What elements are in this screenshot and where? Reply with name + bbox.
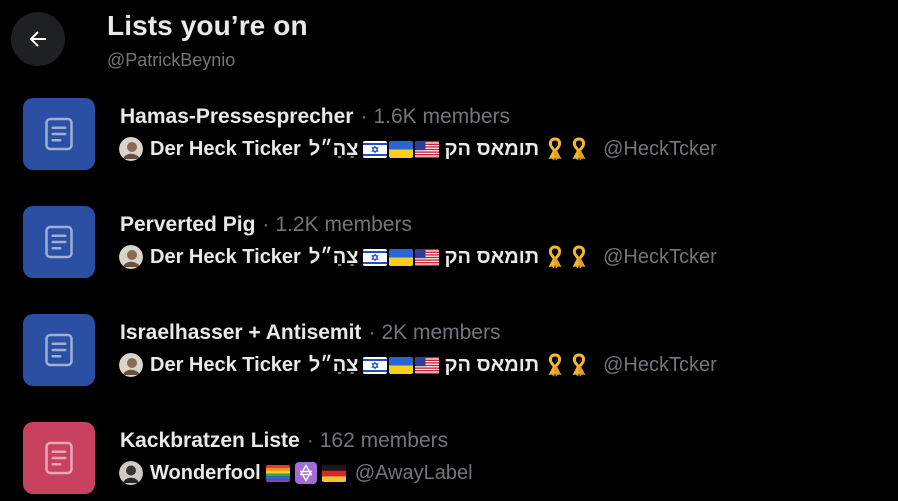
list-item[interactable]: Kackbratzen Liste · 162 members Wonderfool… [0, 422, 898, 501]
ukraine-flag-icon [389, 249, 413, 266]
ukraine-flag-icon [389, 357, 413, 374]
separator-dot: · [306, 429, 314, 452]
owner-avatar[interactable] [119, 461, 143, 485]
yellow-ribbon-icon [546, 353, 564, 377]
star-of-david-icon [294, 462, 317, 484]
owner-avatar[interactable] [119, 245, 143, 269]
list-avatar [23, 98, 95, 170]
owner-name-hebrew-2: תומאס הק [444, 245, 540, 268]
owner-handle: @HeckTcker [603, 137, 717, 160]
list-title-line: Perverted Pig · 1.2K members [120, 213, 412, 237]
ukraine-flag-icon [389, 141, 413, 158]
yellow-ribbon-icon [546, 137, 564, 161]
list-item[interactable]: Israelhasser + Antisemit · 2K members Der … [0, 314, 898, 410]
member-count: 1.6K members [373, 105, 511, 128]
list-avatar [23, 206, 95, 278]
page-title: Lists you’re on [107, 10, 308, 41]
yellow-ribbon-icon [546, 245, 564, 269]
yellow-ribbon-icon [570, 245, 588, 269]
lists-page: Lists you’re on @PatrickBeynio Hamas-Pre… [0, 0, 898, 501]
owner-name-hebrew: צַהַ״ל [308, 245, 359, 268]
israel-flag-icon [363, 357, 387, 374]
list-avatar [23, 314, 95, 386]
owner-handle: @HeckTcker [603, 353, 717, 376]
member-count: 1.2K members [275, 213, 412, 236]
owner-handle: @AwayLabel [354, 461, 473, 484]
arrow-left-icon [29, 31, 46, 47]
owner-name-hebrew-2: תומאס הק [444, 137, 540, 160]
yellow-ribbon-icon [570, 137, 588, 161]
member-count: 162 members [319, 429, 449, 452]
separator-dot: · [368, 321, 376, 344]
list-item[interactable]: Hamas-Pressesprecher · 1.6K members Der He… [0, 98, 898, 194]
back-button[interactable] [11, 12, 65, 66]
list-document-icon [39, 222, 79, 262]
list-name[interactable]: Hamas-Pressesprecher [120, 105, 353, 128]
list-name[interactable]: Perverted Pig [120, 213, 255, 236]
list-title-line: Hamas-Pressesprecher · 1.6K members [120, 105, 510, 129]
separator-dot: · [360, 105, 368, 128]
list-document-icon [39, 114, 79, 154]
list-document-icon [39, 330, 79, 370]
owner-name: Der Heck Ticker [150, 137, 301, 160]
list-document-icon [39, 438, 79, 478]
list-title-line: Kackbratzen Liste · 162 members [120, 429, 448, 453]
owner-avatar[interactable] [119, 353, 143, 377]
usa-flag-icon [415, 357, 439, 374]
list-name[interactable]: Israelhasser + Antisemit [120, 321, 361, 344]
page-subtitle-handle: @PatrickBeynio [107, 50, 236, 70]
list-name[interactable]: Kackbratzen Liste [120, 429, 300, 452]
list-item[interactable]: Perverted Pig · 1.2K members Der Heck Tick… [0, 206, 898, 302]
list-owner[interactable]: Wonderfool @AwayLabel [119, 460, 473, 486]
owner-name: Der Heck Ticker [150, 245, 301, 268]
owner-name-hebrew: צַהַ״ל [308, 137, 359, 160]
usa-flag-icon [415, 249, 439, 266]
owner-name: Der Heck Ticker [150, 353, 301, 376]
israel-flag-icon [363, 249, 387, 266]
owner-name-hebrew: צַהַ״ל [308, 353, 359, 376]
list-avatar [23, 422, 95, 494]
list-owner[interactable]: Der Heck Ticker צַהַ״ל תומאס הק @HeckTck… [119, 136, 717, 162]
owner-handle: @HeckTcker [603, 245, 717, 268]
yellow-ribbon-icon [570, 353, 588, 377]
owner-avatar[interactable] [119, 137, 143, 161]
usa-flag-icon [415, 141, 439, 158]
list-title-line: Israelhasser + Antisemit · 2K members [120, 321, 500, 345]
separator-dot: · [262, 213, 270, 236]
owner-name-hebrew-2: תומאס הק [444, 353, 540, 376]
germany-flag-icon [322, 465, 346, 482]
rainbow-flag-icon [266, 465, 290, 482]
list-owner[interactable]: Der Heck Ticker צַהַ״ל תומאס הק @HeckTck… [119, 244, 717, 270]
israel-flag-icon [363, 141, 387, 158]
owner-name: Wonderfool [150, 461, 261, 484]
member-count: 2K members [381, 321, 501, 344]
list-owner[interactable]: Der Heck Ticker צַהַ״ל תומאס הק @HeckTck… [119, 352, 717, 378]
